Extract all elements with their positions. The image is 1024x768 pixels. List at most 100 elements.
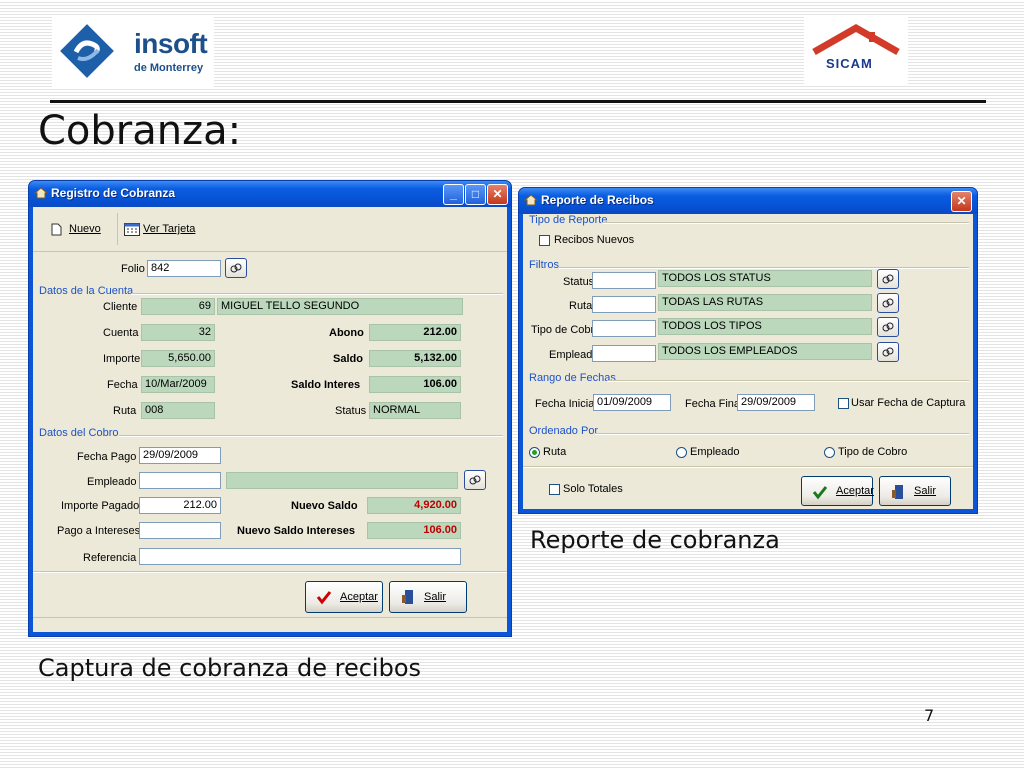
solo-totales-label: Solo Totales xyxy=(563,483,623,495)
reporte-titlebar[interactable]: Reporte de Recibos ✕ xyxy=(519,188,977,214)
binoculars-icon xyxy=(882,274,894,284)
new-document-icon xyxy=(51,223,62,236)
close-button[interactable]: ✕ xyxy=(487,184,508,205)
nuevo-saldo-field: 4,920.00 xyxy=(367,497,461,514)
fecha-field: 10/Mar/2009 xyxy=(141,376,215,393)
binoculars-icon xyxy=(882,322,894,332)
status-filter-label: Status xyxy=(563,276,595,288)
folio-field[interactable]: 842 xyxy=(147,260,221,277)
empleado-filter-field[interactable] xyxy=(592,345,656,362)
status-field: NORMAL xyxy=(369,402,461,419)
folio-label: Folio xyxy=(121,263,145,275)
empleado-field[interactable] xyxy=(139,472,221,489)
close-button[interactable]: ✕ xyxy=(951,191,972,212)
empleado-nombre-field xyxy=(226,472,458,489)
ruta-label: Ruta xyxy=(113,405,137,417)
binoculars-icon xyxy=(469,475,481,485)
ruta-filter-field[interactable] xyxy=(592,296,656,313)
importe-label: Importe xyxy=(103,353,141,365)
tipo-cobro-filter-label: Tipo de Cobro xyxy=(531,324,601,336)
empleado-search-button[interactable] xyxy=(464,470,486,490)
abono-field: 212.00 xyxy=(369,324,461,341)
maximize-button[interactable]: □ xyxy=(465,184,486,205)
fecha-final-label: Fecha Final xyxy=(685,398,743,410)
recibos-nuevos-label: Recibos Nuevos xyxy=(554,234,635,246)
recibos-nuevos-checkbox[interactable] xyxy=(539,235,550,246)
reporte-window-title: Reporte de Recibos xyxy=(541,193,654,207)
reporte-salir-label: Salir xyxy=(914,485,937,497)
tipo-cobro-filter-field[interactable] xyxy=(592,320,656,337)
registro-titlebar[interactable]: Registro de Cobranza _ □ ✕ xyxy=(29,181,511,207)
reporte-salir-button[interactable]: Salir xyxy=(879,476,951,506)
reporte-client-area: Tipo de Reporte Recibos Nuevos Filtros S… xyxy=(523,214,973,509)
referencia-field[interactable] xyxy=(139,548,461,565)
orden-tipo-cobro-label: Tipo de Cobro xyxy=(838,446,908,458)
page-number: 7 xyxy=(924,706,935,725)
caption-captura: Captura de cobranza de recibos xyxy=(38,654,422,682)
aceptar-button[interactable]: Aceptar xyxy=(305,581,383,613)
fecha-pago-field[interactable]: 29/09/2009 xyxy=(139,447,221,464)
empleado-search-button[interactable] xyxy=(877,342,899,362)
cliente-nombre-field: MIGUEL TELLO SEGUNDO xyxy=(217,298,463,315)
status-search-button[interactable] xyxy=(877,269,899,289)
tipo-cobro-filter-value: TODOS LOS TIPOS xyxy=(658,318,872,335)
fecha-final-field[interactable]: 29/09/2009 xyxy=(737,394,815,411)
insoft-logo-subtitle: de Monterrey xyxy=(134,62,204,74)
insoft-logo-mark xyxy=(60,24,114,78)
ver-tarjeta-button[interactable]: Ver Tarjeta xyxy=(121,215,207,243)
nuevo-button[interactable]: Nuevo xyxy=(39,215,111,243)
cliente-label: Cliente xyxy=(103,301,138,313)
ruta-search-button[interactable] xyxy=(877,293,899,313)
ruta-field: 008 xyxy=(141,402,215,419)
binoculars-icon xyxy=(882,298,894,308)
rango-fechas-group-label: Rango de Fechas xyxy=(529,372,616,384)
pago-intereses-field[interactable] xyxy=(139,522,221,539)
cuenta-field: 32 xyxy=(141,324,215,341)
calendar-icon xyxy=(124,223,140,236)
importe-pagado-field[interactable]: 212.00 xyxy=(139,497,221,514)
exit-door-icon xyxy=(402,590,413,604)
reporte-recibos-window: Reporte de Recibos ✕ Tipo de Reporte Rec… xyxy=(518,187,978,514)
saldo-interes-field: 106.00 xyxy=(369,376,461,393)
footer-divider xyxy=(33,571,507,573)
tipo-cobro-search-button[interactable] xyxy=(877,317,899,337)
exit-door-icon xyxy=(892,485,903,499)
tipo-reporte-group-label: Tipo de Reporte xyxy=(529,214,608,226)
pago-intereses-label: Pago a Intereses xyxy=(57,525,141,537)
reporte-aceptar-label: Aceptar xyxy=(836,485,874,497)
home-icon xyxy=(524,194,538,206)
abono-label: Abono xyxy=(329,327,364,339)
saldo-interes-label: Saldo Interes xyxy=(291,379,361,391)
reporte-aceptar-button[interactable]: Aceptar xyxy=(801,476,874,506)
title-rule xyxy=(50,100,986,103)
group-divider xyxy=(559,267,969,269)
folio-search-button[interactable] xyxy=(225,258,247,278)
orden-ruta-label: Ruta xyxy=(543,446,567,458)
nuevo-saldo-label: Nuevo Saldo xyxy=(291,500,358,512)
ver-tarjeta-label: Ver Tarjeta xyxy=(143,223,196,235)
orden-empleado-radio[interactable] xyxy=(676,447,687,458)
toolbar-separator xyxy=(117,213,118,245)
fecha-pago-label: Fecha Pago xyxy=(77,451,137,463)
ruta-filter-label: Ruta xyxy=(569,300,593,312)
minimize-button[interactable]: _ xyxy=(443,184,464,205)
solo-totales-checkbox[interactable] xyxy=(549,484,560,495)
status-bar xyxy=(33,617,507,632)
group-divider xyxy=(119,435,503,437)
status-filter-value: TODOS LOS STATUS xyxy=(658,270,872,287)
cliente-id-field: 69 xyxy=(141,298,215,315)
caption-reporte: Reporte de cobranza xyxy=(530,526,780,554)
nuevo-saldo-intereses-label: Nuevo Saldo Intereses xyxy=(237,525,355,537)
orden-ruta-radio[interactable] xyxy=(529,447,540,458)
salir-button[interactable]: Salir xyxy=(389,581,467,613)
importe-pagado-label: Importe Pagado xyxy=(61,500,140,512)
fecha-inicial-field[interactable]: 01/09/2009 xyxy=(593,394,671,411)
aceptar-label: Aceptar xyxy=(340,591,378,603)
orden-tipo-cobro-radio[interactable] xyxy=(824,447,835,458)
saldo-label: Saldo xyxy=(333,353,363,365)
sicam-logo-text: SICAM xyxy=(826,56,873,71)
usar-fecha-captura-checkbox[interactable] xyxy=(838,398,849,409)
referencia-label: Referencia xyxy=(83,552,137,564)
status-label: Status xyxy=(335,405,367,417)
status-filter-field[interactable] xyxy=(592,272,656,289)
